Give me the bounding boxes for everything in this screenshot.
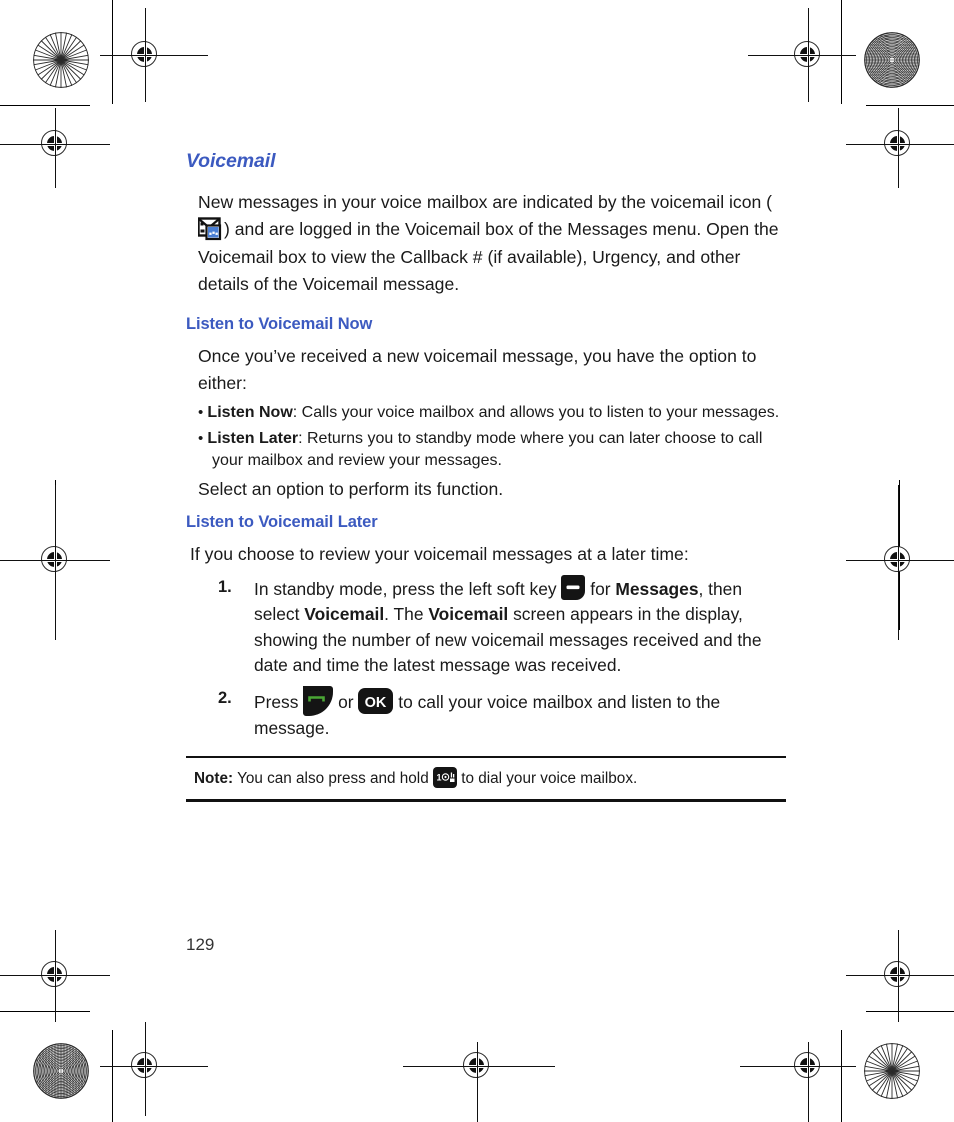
crosshair-arm (846, 560, 954, 562)
registration-target-right-middle (875, 537, 921, 583)
crosshair-arm (846, 975, 954, 977)
ok-key-icon: OK (358, 688, 394, 715)
registration-target-top-right-inner (785, 32, 831, 78)
page-number: 129 (186, 935, 215, 954)
step-text-2a: Press (254, 692, 304, 713)
trim-line-right-vertical (841, 0, 842, 104)
note-text-after-icon: to dial your voice mailbox. (456, 770, 638, 788)
note-rule-bottom (186, 799, 786, 802)
voicemail-intro-paragraph: New messages in your voice mailbox are i… (186, 189, 786, 299)
list-item: • Listen Later: Returns you to standby m… (198, 428, 786, 472)
listen-now-intro: Once you’ve received a new voicemail mes… (198, 345, 757, 394)
trim-line-top-left-horizontal (0, 105, 90, 106)
voicemail-envelope-icon (198, 217, 224, 242)
trim-line-bottom-left-horizontal (0, 1011, 90, 1012)
crosshair-arm (748, 55, 856, 57)
trim-line-left-vertical (112, 0, 113, 104)
trim-line-top-right-horizontal (866, 105, 954, 106)
ok-key-label: OK (365, 695, 387, 711)
registration-target-left-bottom (32, 952, 78, 998)
crosshair-arm (403, 1066, 555, 1068)
registration-target-left-middle (32, 537, 78, 583)
list-item-term: Listen Later (207, 429, 299, 447)
voicemail-intro-text-before-icon: New messages in your voice mailbox are i… (198, 192, 773, 212)
crosshair-arm (54, 108, 56, 188)
moire-mark-top-right (864, 32, 920, 88)
list-item: • Listen Now: Calls your voice mailbox a… (198, 402, 786, 424)
step-bold-messages: Messages (615, 578, 699, 599)
registration-target-left-top (32, 121, 78, 167)
listen-later-intro: If you choose to review your voicemail m… (190, 544, 689, 565)
crosshair-arm (846, 144, 954, 146)
step-text-1b: for (585, 578, 616, 599)
note-label: Note: (194, 770, 234, 788)
registration-target-bottom-right-inner (785, 1043, 831, 1089)
page-title: Voicemail (186, 150, 276, 172)
send-call-key-icon (303, 686, 334, 717)
registration-target-bottom-left-inner (122, 1043, 168, 1089)
trim-line-bottom-left-vertical (112, 1030, 113, 1122)
starburst-mark-top-left (33, 32, 89, 88)
heading-listen-to-voicemail-now: Listen to Voicemail Now (186, 314, 373, 333)
list-item-description: : Calls your voice mailbox and allows yo… (292, 403, 780, 421)
note-text: Note: You can also press and hold 1 to d… (186, 758, 786, 799)
registration-target-right-bottom (875, 952, 921, 998)
trim-line-right-mid-vertical (899, 480, 900, 630)
registration-target-bottom-center (454, 1043, 500, 1089)
note-block: Note: You can also press and hold 1 to d… (186, 755, 786, 802)
step-number: 1. (218, 577, 232, 596)
crosshair-arm (740, 1066, 856, 1068)
one-voicemail-key-icon: 1 (432, 767, 457, 789)
crosshair-arm (897, 930, 899, 1022)
crosshair-arm (54, 485, 56, 640)
step-bold-voicemail-1: Voicemail (304, 604, 385, 625)
step-text-2b: or (333, 692, 359, 713)
note-text-before-icon: You can also press and hold (233, 770, 433, 788)
bullet-dot-icon: • (198, 429, 208, 447)
svg-text:1: 1 (436, 773, 441, 783)
crosshair-arm (0, 560, 110, 562)
crosshair-arm (100, 1066, 208, 1068)
step-number: 2. (218, 689, 232, 708)
crosshair-arm (0, 144, 110, 146)
crosshair-arm (807, 8, 809, 102)
step-text-1d: . The (384, 604, 429, 625)
crosshair-arm (100, 55, 208, 57)
crosshair-arm (476, 1042, 478, 1122)
voicemail-intro-text-after-icon: ) and are logged in the Voicemail box of… (198, 219, 779, 295)
listen-now-closing: Select an option to perform its function… (198, 478, 504, 499)
crosshair-arm (54, 930, 56, 1022)
left-soft-key-icon (561, 574, 586, 600)
trim-line-left-vertical-2 (55, 480, 56, 630)
crosshair-arm (897, 485, 899, 640)
trim-line-bottom-right-vertical (841, 1030, 842, 1122)
trim-line-bottom-right-horizontal (866, 1011, 954, 1012)
starburst-mark-bottom-right (864, 1043, 920, 1099)
heading-listen-to-voicemail-later: Listen to Voicemail Later (186, 513, 378, 532)
bullet-dot-icon: • (198, 403, 208, 421)
step-bold-voicemail-2: Voicemail (428, 604, 509, 625)
step-item: 2. Press or OK to call your voice mailbox… (186, 686, 786, 742)
step-item: 1. In standby mode, press the left soft k… (186, 574, 786, 679)
crosshair-arm (144, 1022, 146, 1116)
step-text-1a: In standby mode, press the left soft key (254, 578, 562, 599)
listen-options-list: • Listen Now: Calls your voice mailbox a… (186, 402, 786, 472)
listen-later-steps: 1. In standby mode, press the left soft k… (186, 574, 786, 742)
registration-target-top-left-inner (122, 32, 168, 78)
moire-mark-bottom-left (33, 1043, 89, 1099)
page-content: Voicemail New messages in your voice mai… (186, 150, 786, 802)
crosshair-arm (897, 108, 899, 188)
crosshair-arm (0, 975, 110, 977)
list-item-term: Listen Now (207, 403, 293, 421)
crosshair-arm (807, 1042, 809, 1122)
registration-target-right-top (875, 121, 921, 167)
crosshair-arm (144, 8, 146, 102)
